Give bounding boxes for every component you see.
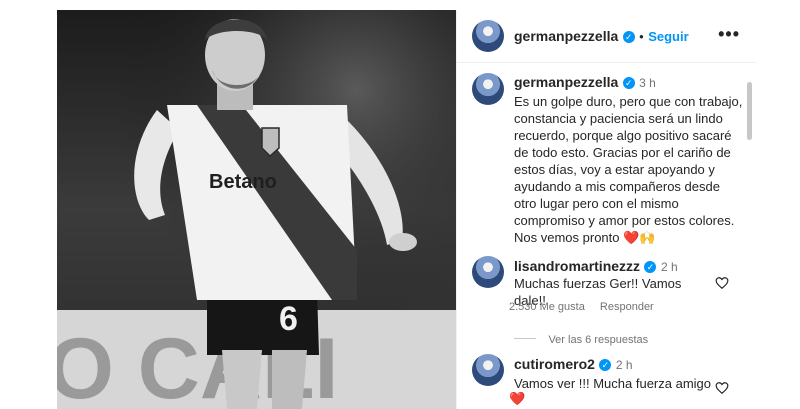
player-image: O CALI 6 Betano [57, 10, 456, 409]
post-photo[interactable]: O CALI 6 Betano [57, 10, 456, 409]
verified-icon: ✓ [644, 260, 657, 273]
comment-username[interactable]: cutiromero2 [514, 356, 595, 372]
heart-outline-icon[interactable] [715, 276, 729, 290]
comment-likes[interactable]: 2.530 Me gusta [509, 301, 585, 313]
more-options-icon[interactable]: ••• [718, 24, 740, 45]
post-modal: O CALI 6 Betano germanpezzella ✓ • Segui… [57, 10, 756, 409]
reply-button[interactable]: Responder [600, 301, 654, 313]
post-side-panel: germanpezzella ✓ • Seguir ••• germanpezz… [456, 10, 756, 409]
verified-icon: ✓ [622, 30, 635, 43]
comment-time[interactable]: 2 h [616, 358, 633, 372]
verified-icon: ✓ [622, 76, 635, 89]
shorts-number: 6 [279, 300, 298, 338]
verified-icon: ✓ [599, 358, 612, 371]
replies-divider [514, 338, 536, 340]
separator-dot: • [639, 29, 644, 44]
comment-time[interactable]: 2 h [661, 260, 678, 274]
heart-outline-icon[interactable] [715, 381, 729, 395]
caption-text: Es un golpe duro, pero que con trabajo, … [514, 94, 743, 245]
jersey-sponsor-text: Betano [209, 171, 277, 193]
post-header: germanpezzella ✓ • Seguir ••• [457, 10, 756, 63]
author-username[interactable]: germanpezzella [514, 28, 618, 44]
caption-time[interactable]: 3 h [639, 76, 656, 90]
caption-avatar[interactable] [472, 73, 504, 105]
comment-avatar[interactable] [472, 354, 504, 386]
follow-button[interactable]: Seguir [648, 29, 688, 44]
comment-username[interactable]: lisandromartinezzz [514, 258, 640, 274]
comment-avatar[interactable] [472, 256, 504, 288]
author-avatar[interactable] [472, 20, 504, 52]
view-replies-button[interactable]: Ver las 6 respuestas [548, 334, 648, 346]
comment-text: Vamos ver !!! Mucha fuerza amigo [514, 376, 712, 391]
comment-emoji: ❤️ [509, 391, 526, 406]
caption-username[interactable]: germanpezzella [514, 74, 618, 90]
